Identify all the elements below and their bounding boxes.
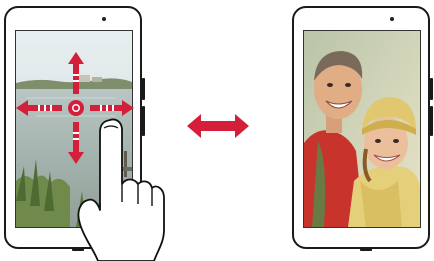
volume-button [430,106,433,136]
front-camera [390,17,394,21]
side-button [430,78,433,100]
bottom-port [360,248,372,251]
photo-screen[interactable] [303,30,421,228]
side-button [142,78,145,100]
double-arrow-icon [187,114,249,138]
front-camera [102,17,106,21]
tablet-right [292,6,433,251]
pointing-hand-icon [77,118,165,261]
couple-photo [304,31,420,227]
